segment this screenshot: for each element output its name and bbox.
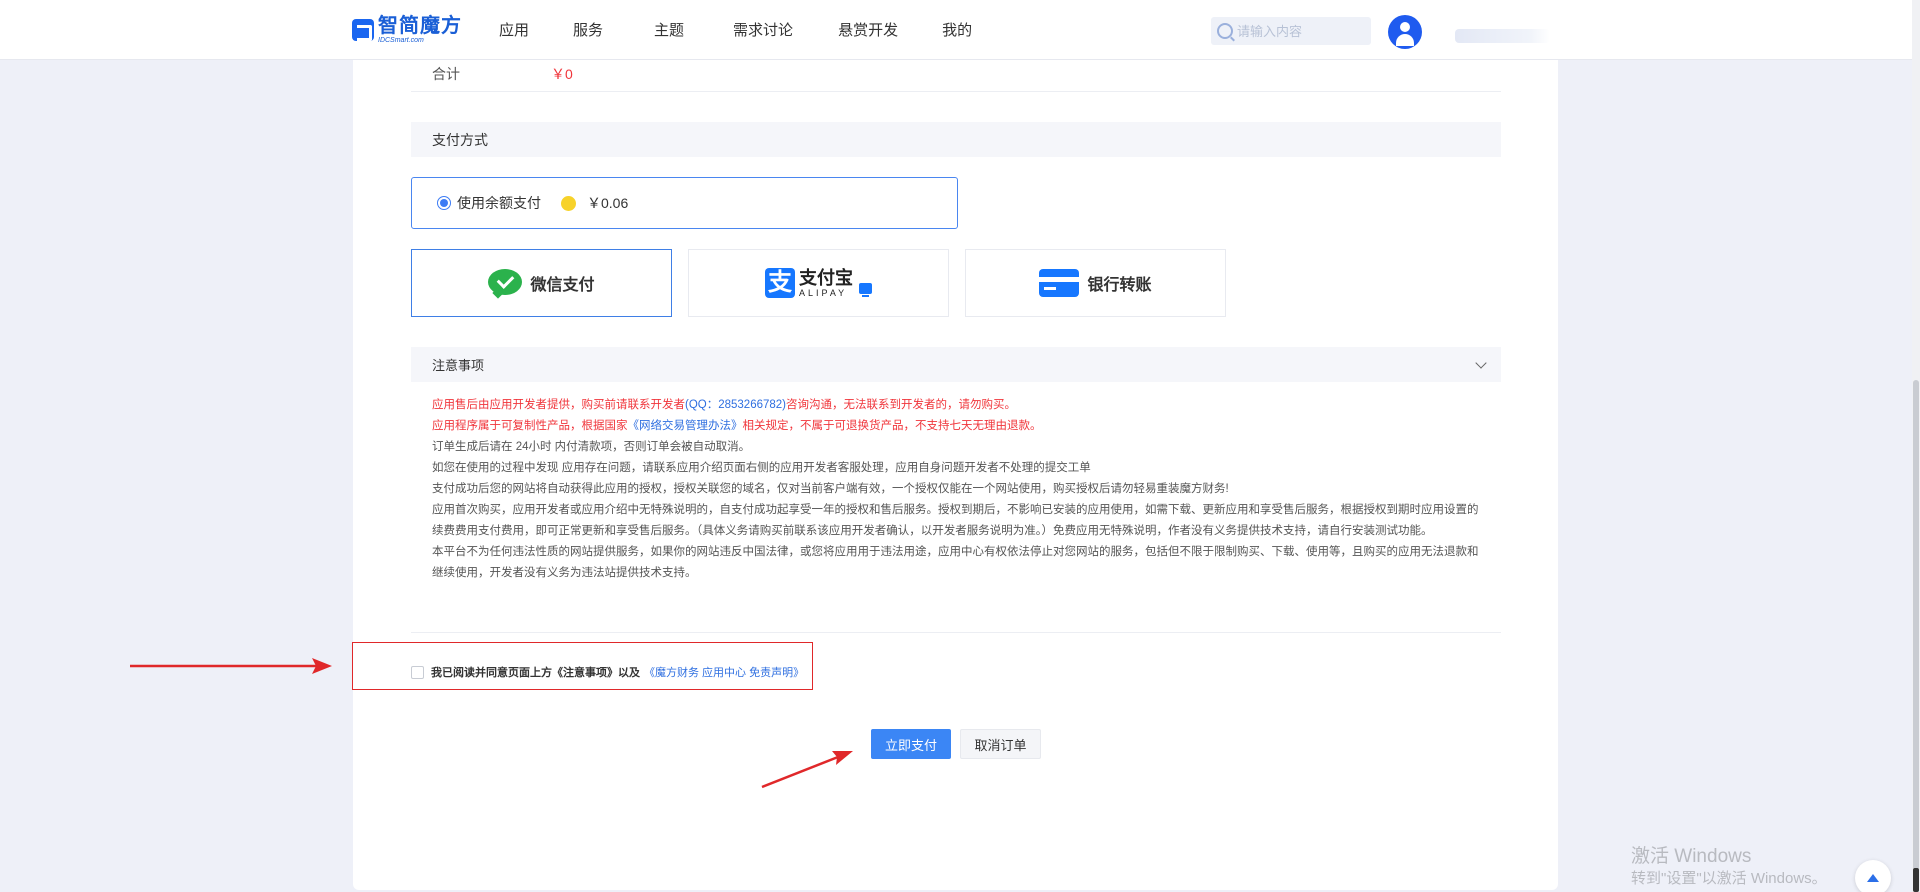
wechat-pay-label: 微信支付 [530,277,595,294]
agreement-row: 我已阅读并同意页面上方《注意事项》以及 《魔方财务 应用中心 免责声明》 [411,664,804,680]
developer-qq-link[interactable]: (QQ：2853266782) [685,399,786,411]
agreement-checkbox[interactable] [411,665,424,679]
nav-item-services[interactable]: 服务 [573,19,603,40]
balance-amount: ￥0.06 [587,195,629,211]
logo-icon [352,19,374,41]
pay-now-button[interactable]: 立即支付 [871,729,951,759]
notice-title: 注意事项 [432,358,485,373]
notice-line-1: 应用售后由应用开发者提供，购买前请联系开发者(QQ：2853266782)咨询沟… [432,399,1017,411]
wechat-icon [488,269,523,299]
back-to-top-button[interactable] [1855,860,1891,892]
notice-content: 应用售后由应用开发者提供，购买前请联系开发者(QQ：2853266782)咨询沟… [432,395,1482,584]
cancel-order-button[interactable]: 取消订单 [960,729,1041,759]
search-input[interactable] [1237,23,1357,39]
site-logo[interactable]: 智简魔方 IDCSmart.com [352,16,462,44]
notice-line-4: 如您在使用的过程中发现 应用存在问题，请联系应用介绍页面右侧的应用开发者客服处理… [432,462,1091,474]
windows-activation-title: 激活 Windows [1631,846,1752,867]
windows-activation-hint: 转到"设置"以激活 Windows。 [1631,870,1827,887]
agreement-text: 我已阅读并同意页面上方《注意事项》以及 [431,667,640,679]
chevron-down-icon[interactable] [1475,356,1487,369]
bank-transfer-label: 银行转账 [1087,277,1152,294]
nav-item-themes[interactable]: 主题 [654,19,684,40]
notice-line-5: 支付成功后您的网站将自动获得此应用的授权，授权关联您的域名，仅对当前客户端有效，… [432,483,1229,495]
balance-payment-option[interactable]: 使用余额支付 ￥0.06 [411,177,958,229]
annotation-arrow-checkbox [130,658,332,674]
main-nav: 应用 服务 主题 需求讨论 悬赏开发 我的 [499,0,972,58]
user-avatar[interactable] [1388,15,1422,49]
username-blurred[interactable] [1455,29,1550,43]
bank-transfer-option[interactable]: 银行转账 [965,249,1226,317]
logo-name: 智简魔方 [378,15,462,37]
nav-item-discussion[interactable]: 需求讨论 [733,19,793,40]
notice-header[interactable]: 注意事项 [411,347,1501,382]
notice-line-7: 本平台不为任何违法性质的网站提供服务，如果你的网站违反中国法律，或您将应用用于违… [432,546,1479,579]
coin-icon [561,195,576,211]
divider [411,91,1501,92]
nav-item-mine[interactable]: 我的 [942,19,972,40]
total-label: 合计 [432,66,460,82]
nav-item-apps[interactable]: 应用 [499,19,529,40]
divider [411,632,1501,633]
alipay-option[interactable]: 支 支付宝 ALIPAY [688,249,949,317]
disclaimer-link[interactable]: 《魔方财务 应用中心 免责声明》 [644,664,804,680]
scrollbar-thumb[interactable] [1913,380,1919,870]
alipay-label: 支付宝 [799,267,853,288]
alipay-icon: 支 [765,268,795,298]
logo-domain: IDCSmart.com [378,37,424,44]
bank-card-icon [1039,269,1080,297]
balance-label: 使用余额支付 [457,195,541,211]
pc-badge-icon [859,282,872,297]
search-box [1211,17,1371,45]
payment-method-header: 支付方式 [411,122,1501,157]
regulation-link[interactable]: 《网络交易管理办法》 [628,420,743,432]
notice-line-3: 订单生成后请在 24小时 内付清款项，否则订单会被自动取消。 [432,441,751,453]
search-icon[interactable] [1217,23,1233,39]
scrollbar-end [1913,868,1919,892]
top-header: 智简魔方 IDCSmart.com 应用 服务 主题 需求讨论 悬赏开发 我的 [0,0,1920,60]
balance-radio[interactable] [437,196,451,210]
notice-line-2: 应用程序属于可复制性产品，根据国家《网络交易管理办法》相关规定，不属于可退换货产… [432,420,1042,432]
wechat-pay-option[interactable]: 微信支付 [411,249,672,317]
nav-item-bounty[interactable]: 悬赏开发 [838,19,898,40]
payment-method-title: 支付方式 [432,131,488,148]
alipay-label-en: ALIPAY [799,287,848,298]
total-value: ￥0 [551,66,573,82]
notice-line-6: 应用首次购买，应用开发者或应用介绍中无特殊说明的，自支付成功起享受一年的授权和售… [432,504,1479,537]
